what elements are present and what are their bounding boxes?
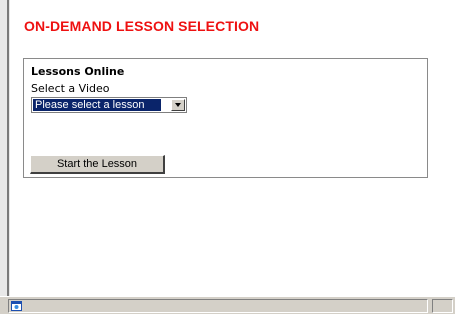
select-video-label: Select a Video bbox=[31, 82, 110, 95]
window-left-edge bbox=[0, 0, 10, 296]
dropdown-button[interactable] bbox=[171, 99, 185, 111]
lessons-heading: Lessons Online bbox=[31, 65, 125, 78]
status-zone-panel bbox=[432, 299, 453, 313]
lesson-select-value[interactable]: Please select a lesson bbox=[33, 99, 161, 111]
start-lesson-button[interactable]: Start the Lesson bbox=[30, 155, 165, 174]
status-bar bbox=[0, 296, 455, 314]
chevron-down-icon bbox=[175, 103, 181, 107]
lesson-select[interactable]: Please select a lesson bbox=[31, 97, 187, 113]
status-text-panel bbox=[8, 299, 428, 313]
page-title: ON-DEMAND LESSON SELECTION bbox=[24, 18, 260, 34]
window-border-line bbox=[7, 0, 9, 296]
lessons-panel: Lessons Online Select a Video Please sel… bbox=[23, 58, 428, 178]
